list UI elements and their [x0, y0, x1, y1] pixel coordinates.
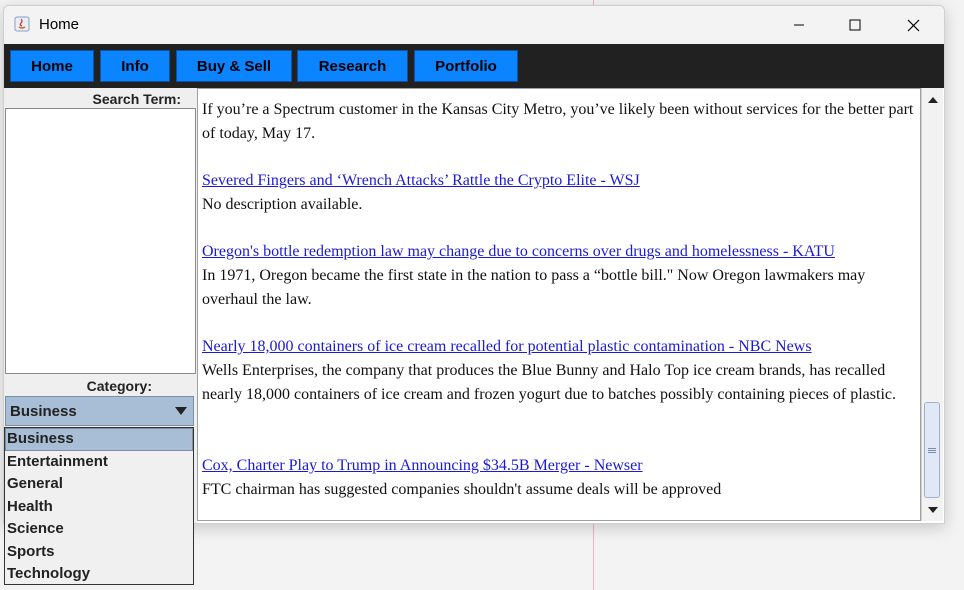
title-bar[interactable]: Home: [4, 6, 944, 44]
scroll-down-button[interactable]: [922, 501, 943, 519]
article-description: FTC chairman has suggested companies sho…: [202, 481, 722, 498]
minimize-button[interactable]: [770, 6, 828, 44]
nav-research-button[interactable]: Research: [297, 50, 408, 82]
search-term-label: Search Term:: [92, 91, 181, 107]
category-option-technology[interactable]: Technology: [5, 563, 193, 586]
maximize-icon: [849, 19, 861, 31]
category-option-general[interactable]: General: [5, 473, 193, 496]
article-description: If you’re a Spectrum customer in the Kan…: [202, 101, 914, 142]
category-option-entertainment[interactable]: Entertainment: [5, 451, 193, 474]
search-input[interactable]: [5, 108, 196, 374]
scrollbar-grip: [928, 448, 936, 449]
article-description: Wells Enterprises, the company that prod…: [202, 362, 896, 403]
category-label: Category:: [86, 378, 152, 394]
news-article: Oregon's bottle redemption law may chang…: [202, 240, 918, 312]
category-select[interactable]: Business: [5, 396, 194, 426]
category-option-sports[interactable]: Sports: [5, 541, 193, 564]
scrollbar-thumb[interactable]: [924, 402, 940, 498]
article-link[interactable]: Cox, Charter Play to Trump in Announcing…: [202, 457, 643, 474]
category-option-health[interactable]: Health: [5, 496, 193, 519]
window-title: Home: [39, 16, 80, 33]
nav-info-button[interactable]: Info: [100, 50, 170, 82]
java-icon: [14, 16, 30, 32]
nav-bar: Home Info Buy & Sell Research Portfolio: [4, 44, 944, 88]
vertical-scrollbar[interactable]: [921, 88, 943, 521]
article-description: In 1971, Oregon became the first state i…: [202, 267, 866, 308]
article-link[interactable]: Severed Fingers and ‘Wrench Attacks’ Rat…: [202, 172, 640, 189]
nav-portfolio-button[interactable]: Portfolio: [414, 50, 518, 82]
news-article: Nearly 18,000 containers of ice cream re…: [202, 335, 918, 407]
news-content-pane[interactable]: If you’re a Spectrum customer in the Kan…: [197, 88, 921, 521]
article-description: No description available.: [202, 196, 363, 213]
news-article: Severed Fingers and ‘Wrench Attacks’ Rat…: [202, 169, 918, 217]
category-selected-value: Business: [10, 403, 77, 420]
news-article: Cox, Charter Play to Trump in Announcing…: [202, 454, 918, 502]
arrow-up-icon: [927, 96, 938, 103]
category-dropdown-list: Business Entertainment General Health Sc…: [4, 427, 194, 585]
article-link[interactable]: Nearly 18,000 containers of ice cream re…: [202, 338, 812, 355]
scrollbar-grip: [928, 452, 936, 453]
category-dropdown-button[interactable]: [169, 397, 193, 425]
close-button[interactable]: [884, 6, 942, 44]
minimize-icon: [794, 24, 804, 26]
chevron-down-icon: [175, 407, 187, 415]
news-article: If you’re a Spectrum customer in the Kan…: [202, 98, 918, 146]
article-link[interactable]: Oregon's bottle redemption law may chang…: [202, 243, 835, 260]
nav-home-button[interactable]: Home: [10, 50, 94, 82]
category-option-business[interactable]: Business: [5, 428, 193, 451]
arrow-down-icon: [927, 506, 938, 513]
scroll-up-button[interactable]: [922, 90, 943, 108]
category-option-science[interactable]: Science: [5, 518, 193, 541]
scrollbar-grip: [928, 450, 936, 451]
nav-buy-sell-button[interactable]: Buy & Sell: [176, 50, 292, 82]
maximize-button[interactable]: [826, 6, 884, 44]
close-icon: [907, 19, 919, 31]
